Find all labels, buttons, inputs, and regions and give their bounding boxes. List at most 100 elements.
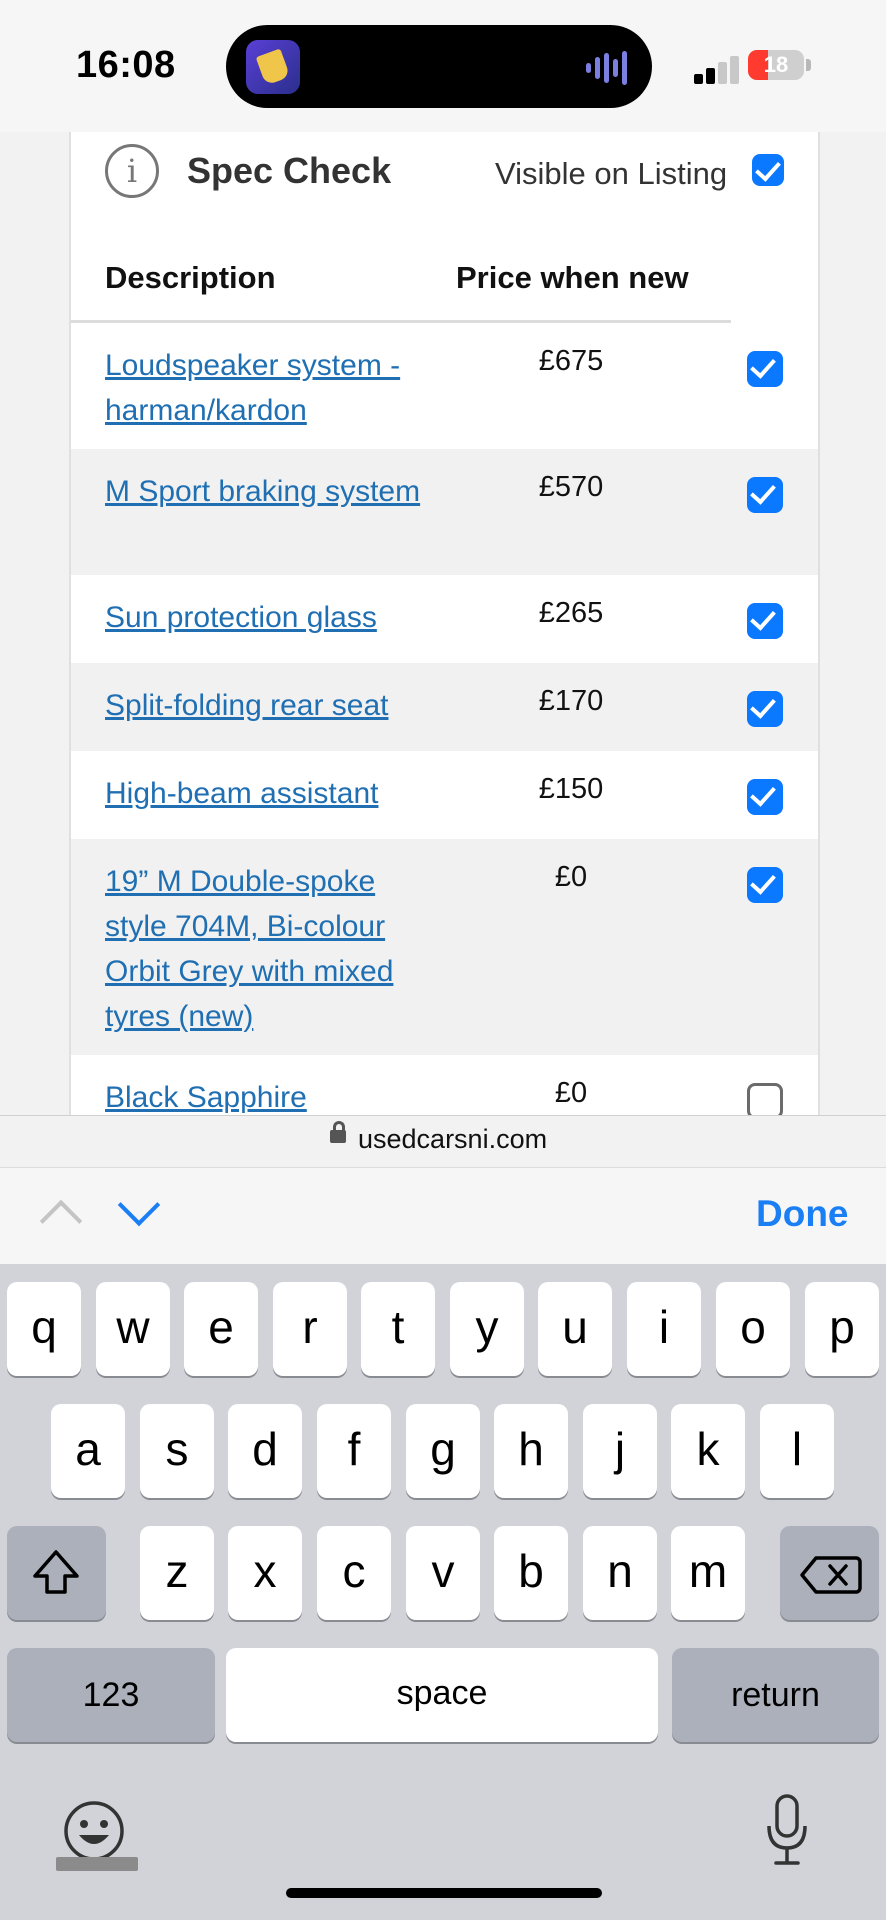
feature-checkbox[interactable] (747, 691, 783, 727)
key-label: return (731, 1676, 820, 1714)
key-label: 123 (82, 1676, 140, 1714)
address-bar[interactable]: usedcarsni.com (0, 1115, 886, 1168)
table-row: High-beam assistant £150 (71, 751, 818, 839)
microphone-icon[interactable] (764, 1793, 810, 1867)
keyboard-toolbar: Done (0, 1167, 886, 1264)
table-row: Sun protection glass £265 (71, 575, 818, 663)
table-row: Loudspeaker system - harman/kardon £675 (71, 323, 818, 449)
key-label: f (347, 1423, 361, 1475)
feature-price: £150 (538, 773, 604, 805)
key[interactable]: e (184, 1282, 258, 1376)
key[interactable]: w (96, 1282, 170, 1376)
feature-checkbox[interactable] (747, 1083, 783, 1115)
info-icon[interactable]: i (105, 144, 159, 198)
clock: 16:08 (76, 44, 176, 86)
key[interactable]: f (317, 1404, 391, 1498)
spec-check-card: i Spec Check Visible on Listing Descript… (69, 132, 820, 1115)
previous-field-icon[interactable] (39, 1199, 83, 1243)
key-label: q (31, 1301, 57, 1353)
signal-icon (694, 56, 754, 88)
shift-icon (33, 1550, 79, 1594)
column-header-description: Description (105, 260, 276, 295)
table-row: Split-folding rear seat £170 (71, 663, 818, 751)
battery-nub (806, 59, 811, 71)
key-label: w (116, 1301, 150, 1353)
done-button[interactable]: Done (756, 1193, 849, 1235)
key[interactable]: x (228, 1526, 302, 1620)
visible-on-listing-checkbox[interactable] (752, 154, 784, 186)
app-icon (246, 40, 300, 94)
table-row: M Sport braking system £570 (71, 449, 818, 575)
emoji-icon[interactable] (62, 1799, 126, 1863)
backspace-icon (800, 1556, 862, 1594)
key-label: c (342, 1545, 366, 1597)
key[interactable]: q (7, 1282, 81, 1376)
key[interactable]: y (450, 1282, 524, 1376)
url-text[interactable]: usedcarsni.com (358, 1124, 547, 1155)
key[interactable]: j (583, 1404, 657, 1498)
webpage[interactable]: i Spec Check Visible on Listing Descript… (0, 132, 886, 1115)
key-label: p (829, 1301, 855, 1353)
feature-link[interactable]: M Sport braking system (105, 469, 445, 514)
key[interactable]: b (494, 1526, 568, 1620)
home-indicator[interactable] (286, 1888, 602, 1898)
feature-checkbox[interactable] (747, 477, 783, 513)
key[interactable]: o (716, 1282, 790, 1376)
key[interactable]: r (273, 1282, 347, 1376)
feature-checkbox[interactable] (747, 603, 783, 639)
key[interactable]: s (140, 1404, 214, 1498)
space-key[interactable]: space (226, 1648, 658, 1742)
key-label: x (253, 1545, 277, 1597)
watermark-logo (56, 1857, 138, 1871)
battery-icon: 18 (748, 50, 804, 80)
key[interactable]: n (583, 1526, 657, 1620)
key-label: y (475, 1301, 499, 1353)
key-label: k (696, 1423, 720, 1475)
key[interactable]: a (51, 1404, 125, 1498)
feature-link[interactable]: Sun protection glass (105, 595, 465, 640)
numbers-key[interactable]: 123 (7, 1648, 215, 1742)
delete-key[interactable] (780, 1526, 879, 1620)
key[interactable]: u (538, 1282, 612, 1376)
shift-key[interactable] (7, 1526, 106, 1620)
key[interactable]: g (406, 1404, 480, 1498)
feature-checkbox[interactable] (747, 351, 783, 387)
key[interactable]: i (627, 1282, 701, 1376)
feature-link[interactable]: 19” M Double-spoke style 704M, Bi-colour… (105, 859, 445, 1039)
feature-link[interactable]: Loudspeaker system - harman/kardon (105, 343, 445, 433)
key-label: t (391, 1301, 405, 1353)
feature-checkbox[interactable] (747, 779, 783, 815)
key-label: v (431, 1545, 455, 1597)
column-header-price: Price when new (456, 260, 689, 295)
key-label: i (658, 1301, 670, 1353)
audio-wave-icon (595, 57, 600, 79)
feature-price: £0 (554, 861, 588, 893)
key[interactable]: l (760, 1404, 834, 1498)
next-field-icon[interactable] (117, 1183, 161, 1227)
audio-wave-icon (613, 59, 618, 77)
key-label: r (302, 1301, 318, 1353)
key[interactable]: c (317, 1526, 391, 1620)
key[interactable]: p (805, 1282, 879, 1376)
feature-checkbox[interactable] (747, 867, 783, 903)
key[interactable]: m (671, 1526, 745, 1620)
feature-price: £570 (538, 471, 604, 503)
key[interactable]: k (671, 1404, 745, 1498)
feature-link[interactable]: Black Sapphire (105, 1075, 465, 1115)
key-label: a (75, 1423, 101, 1475)
key[interactable]: z (140, 1526, 214, 1620)
key[interactable]: d (228, 1404, 302, 1498)
dynamic-island[interactable] (226, 25, 652, 108)
table-row: Black Sapphire £0 (71, 1055, 818, 1115)
key-label: l (791, 1423, 803, 1475)
key[interactable]: v (406, 1526, 480, 1620)
key[interactable]: h (494, 1404, 568, 1498)
feature-link[interactable]: Split-folding rear seat (105, 683, 465, 728)
feature-price: £675 (538, 345, 604, 377)
return-key[interactable]: return (672, 1648, 879, 1742)
audio-wave-icon (604, 53, 609, 83)
key-label: o (740, 1301, 766, 1353)
lock-icon (330, 1121, 346, 1143)
feature-link[interactable]: High-beam assistant (105, 771, 465, 816)
key[interactable]: t (361, 1282, 435, 1376)
